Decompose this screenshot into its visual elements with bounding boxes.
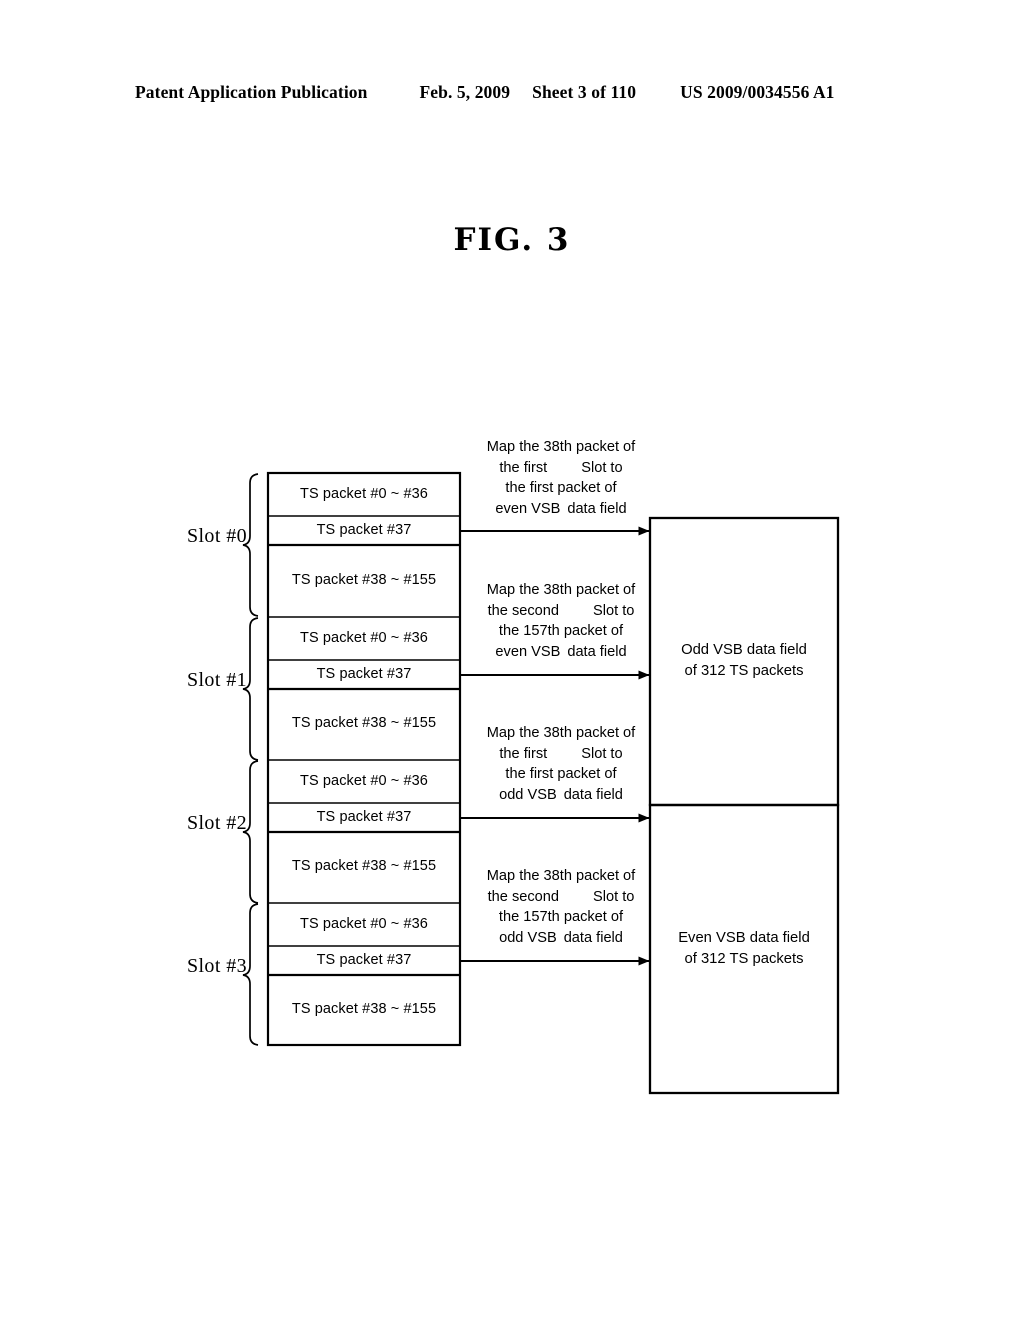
vsb-label-line: of 312 TS packets xyxy=(684,951,804,967)
annotation-line: the 157th packet of xyxy=(498,623,624,639)
annotation-line: the 157th packet of xyxy=(498,909,624,925)
mapping-annotation-4: Map the 38th packet of the second Slot t… xyxy=(466,866,656,948)
slot-label-2: Slot #2 xyxy=(186,812,247,834)
packet-row-text: TS packet #38 ~ #155 xyxy=(291,858,437,874)
slot-label-1: Slot #1 xyxy=(186,669,247,691)
annotation-line: even VSB data field xyxy=(495,500,627,517)
packet-row-text: TS packet #38 ~ #155 xyxy=(291,1001,437,1017)
packet-row-text: TS packet #37 xyxy=(316,952,412,968)
mapping-annotation-2: Map the 38th packet of the second Slot t… xyxy=(466,580,656,662)
packet-row-text: TS packet #37 xyxy=(316,666,412,682)
vsb-field-boxes xyxy=(648,516,840,1095)
annotation-line: the second Slot to xyxy=(487,602,635,619)
packet-row-text: TS packet #37 xyxy=(316,522,412,538)
annotation-line: the first Slot to xyxy=(499,459,623,476)
packet-row-text: TS packet #0 ~ #36 xyxy=(300,630,428,646)
vsb-field-label-even: Even VSB data field of 312 TS packets xyxy=(649,928,839,970)
packet-row-text: TS packet #38 ~ #155 xyxy=(291,572,437,588)
annotation-line: odd VSB data field xyxy=(499,929,623,946)
annotation-line: odd VSB data field xyxy=(499,786,623,803)
annotation-line: the first packet of xyxy=(505,766,617,782)
annotation-line: Map the 38th packet of xyxy=(486,439,636,455)
packet-row-text: TS packet #38 ~ #155 xyxy=(291,715,437,731)
annotation-line: Map the 38th packet of xyxy=(486,868,636,884)
packet-row-text: TS packet #0 ~ #36 xyxy=(300,486,428,502)
vsb-label-line: of 312 TS packets xyxy=(684,663,804,679)
mapping-annotation-1: Map the 38th packet of the first Slot to… xyxy=(466,437,656,519)
annotation-line: the first Slot to xyxy=(499,745,623,762)
vsb-label-line: Even VSB data field xyxy=(678,930,810,946)
annotation-line: the first packet of xyxy=(505,480,617,496)
mapping-annotation-3: Map the 38th packet of the first Slot to… xyxy=(466,723,656,805)
annotation-line: Map the 38th packet of xyxy=(486,725,636,741)
annotation-line: the second Slot to xyxy=(487,888,635,905)
slot-label-0: Slot #0 xyxy=(186,525,247,547)
figure-diagram: Slot #0 Slot #1 Slot #2 Slot #3 TS packe… xyxy=(0,0,1024,1320)
packet-row-text: TS packet #37 xyxy=(316,809,412,825)
packet-row-text: TS packet #0 ~ #36 xyxy=(300,916,428,932)
slot-label-3: Slot #3 xyxy=(186,955,247,977)
annotation-line: Map the 38th packet of xyxy=(486,582,636,598)
packet-row-text: TS packet #0 ~ #36 xyxy=(300,773,428,789)
annotation-line: even VSB data field xyxy=(495,643,627,660)
vsb-field-label-odd: Odd VSB data field of 312 TS packets xyxy=(649,640,839,682)
vsb-label-line: Odd VSB data field xyxy=(681,642,807,658)
